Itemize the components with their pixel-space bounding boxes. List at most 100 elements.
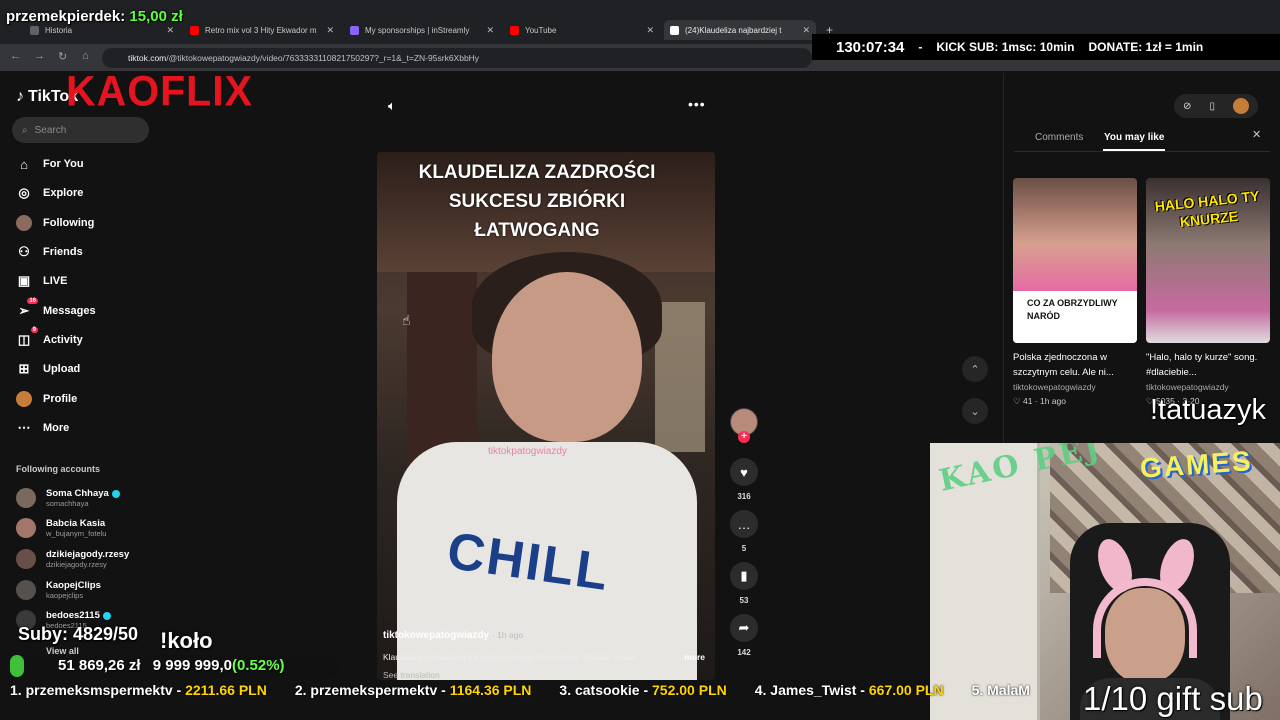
- kick-sub-rate: KICK SUB: 1msc: 10min: [936, 40, 1075, 54]
- sidebar-item-for-you[interactable]: ⌂ For You: [16, 154, 83, 174]
- scroll-down-button[interactable]: ⌄: [962, 398, 988, 424]
- tiktok-icon: ♪: [16, 88, 24, 105]
- compass-icon[interactable]: ⊘: [1183, 101, 1191, 112]
- youtube-icon: [190, 25, 199, 35]
- see-translation-link[interactable]: See translation: [383, 670, 440, 680]
- leaderboard-entry: 2. przemekspermektv - 1164.36 PLN: [295, 682, 532, 704]
- sidebar-item-more[interactable]: ⋯ More: [16, 418, 70, 438]
- comment-action[interactable]: … 5: [728, 510, 760, 553]
- sidebar-item-profile[interactable]: Profile: [16, 389, 77, 409]
- verified-icon: [111, 489, 120, 498]
- close-icon[interactable]: ✕: [1252, 128, 1261, 141]
- following-account[interactable]: dzikiejagody.rzesy dzikiejagody.rzesy: [16, 548, 129, 570]
- hand-cursor-icon: ☝︎: [402, 312, 411, 328]
- close-icon[interactable]: ✕: [326, 25, 334, 36]
- tab-you-may-like[interactable]: You may like: [1104, 132, 1164, 143]
- heart-icon[interactable]: ♥: [730, 458, 758, 486]
- recommended-title[interactable]: "Halo, halo ty kurze" song. #dlaciebie..…: [1146, 350, 1270, 380]
- avatar: [16, 518, 36, 538]
- leaderboard-amount: 667.00 PLN: [868, 682, 944, 698]
- more-link[interactable]: more: [684, 652, 705, 662]
- tab-youtube[interactable]: YouTube ✕: [504, 20, 660, 40]
- webcam-feed: KAO PEJ GAMES: [930, 443, 1280, 720]
- donation-goal-text: 51 869,26 zł 9 999 999,0(0.52%): [58, 657, 285, 674]
- sidebar-item-upload[interactable]: ⊞ Upload: [16, 359, 81, 379]
- leaderboard-entry: 4. James_Twist - 667.00 PLN: [755, 682, 944, 704]
- recommended-user[interactable]: tiktokowepatogwiazdy: [1146, 382, 1229, 392]
- sidebar-item-explore[interactable]: ◎ Explore: [16, 183, 83, 203]
- active-tab-indicator: [1103, 149, 1165, 151]
- leaderboard-amount: 2211.66 PLN: [185, 682, 267, 698]
- history-icon: [30, 25, 39, 35]
- leaderboard-entry: 1. przemeksmspermektv - 2211.66 PLN: [10, 682, 267, 704]
- live-icon: ▣: [17, 273, 31, 288]
- tab-comments[interactable]: Comments: [1035, 132, 1083, 143]
- tab-instreamly[interactable]: My sponsorships | inStreamly ✕: [344, 20, 500, 40]
- verified-icon: [102, 611, 111, 620]
- youtube-icon: [510, 25, 519, 35]
- avatar: [16, 549, 36, 569]
- video-author[interactable]: tiktokowepatogwiazdy · 1h ago: [383, 630, 523, 641]
- sidebar-item-friends[interactable]: ⚇ Friends: [16, 242, 83, 262]
- following-account[interactable]: Soma Chhaya somachhaya: [16, 487, 120, 509]
- close-icon[interactable]: ✕: [166, 25, 174, 36]
- sidebar-item-following[interactable]: Following: [16, 213, 94, 233]
- following-account[interactable]: Babcia Kasia w_bujanym_fotelu: [16, 517, 106, 539]
- recommended-meta: ♡ 41 · 1h ago: [1013, 396, 1066, 406]
- back-icon[interactable]: ←: [10, 50, 21, 62]
- messages-icon: ➢ 16: [18, 298, 38, 318]
- like-action[interactable]: ♥ 316: [728, 458, 760, 501]
- panel-top-icons: ⊘ ▯: [1174, 94, 1258, 118]
- share-icon[interactable]: ➦: [730, 614, 758, 642]
- forward-icon[interactable]: →: [34, 50, 45, 62]
- recommended-user[interactable]: tiktokowepatogwiazdy: [1013, 382, 1096, 392]
- close-icon[interactable]: ✕: [646, 25, 654, 36]
- more-options-icon[interactable]: •••: [688, 96, 706, 112]
- kaoflix-logo: KAOFLIX: [66, 66, 253, 116]
- leaderboard-name: 4. James_Twist -: [754, 682, 869, 698]
- kolo-command: !koło: [160, 628, 213, 653]
- avatar[interactable]: [1232, 98, 1249, 114]
- sidebar-item-messages[interactable]: ➢ 16 Messages: [16, 298, 96, 321]
- leaderboard-entry: 3. catsookie - 752.00 PLN: [559, 682, 726, 704]
- comment-icon[interactable]: …: [730, 510, 758, 538]
- phone-icon[interactable]: ▯: [1209, 101, 1215, 112]
- avatar: [16, 580, 36, 600]
- recommended-title[interactable]: Polska zjednoczona w szczytnym celu. Ale…: [1013, 350, 1137, 380]
- leaderboard-amount: 1164.36 PLN: [449, 682, 532, 698]
- leaderboard-name: 2. przemekspermektv -: [294, 682, 450, 698]
- leaderboard-amount: 752.00 PLN: [652, 682, 727, 698]
- subathon-timer: 130:07:34: [836, 38, 905, 56]
- share-action[interactable]: ➦ 142: [728, 614, 760, 657]
- close-icon[interactable]: ✕: [486, 25, 494, 36]
- following-accounts-title: Following accounts: [16, 464, 101, 474]
- upload-icon: ⊞: [18, 361, 30, 376]
- recommended-thumbnail[interactable]: CO ZA OBRZYDLIWY NARÓD: [1013, 178, 1137, 343]
- save-action[interactable]: ▮ 53: [728, 562, 760, 605]
- url-field[interactable]: tiktok.com/@tiktokowepatogwiazdy/video/7…: [102, 48, 812, 68]
- tab-retro-mix[interactable]: Retro mix vol 3 Hity Ekwador m ✕: [184, 20, 340, 40]
- follow-plus-icon[interactable]: +: [738, 431, 750, 443]
- activity-badge: 9: [30, 327, 38, 333]
- sidebar-item-activity[interactable]: ◫ 9 Activity: [16, 327, 83, 350]
- donor-leaderboard-ticker: 1. przemeksmspermektv - 2211.66 PLN 2. pr…: [0, 682, 1090, 704]
- volume-icon[interactable]: 🔈︎: [388, 98, 396, 114]
- video-overlay-text: KLAUDELIZA ZAZDROŚCI SUKCESU ZBIÓRKI ŁAT…: [418, 162, 656, 241]
- reload-icon[interactable]: ↻: [58, 50, 67, 63]
- screen: Historia ✕ Retro mix vol 3 Hity Ekwador …: [0, 0, 1280, 720]
- scroll-up-button[interactable]: ⌃: [962, 356, 988, 382]
- sidebar-item-live[interactable]: ▣ LIVE: [16, 271, 68, 291]
- close-icon[interactable]: ✕: [802, 25, 810, 36]
- following-account[interactable]: KaopejClips kaopejclips: [16, 579, 101, 601]
- bookmark-icon[interactable]: ▮: [730, 562, 758, 590]
- messages-badge: 16: [27, 298, 38, 304]
- profile-avatar-icon: [16, 391, 32, 407]
- more-icon: ⋯: [17, 420, 31, 435]
- donation-goal-fill: [10, 655, 24, 677]
- recommended-thumbnail[interactable]: HALO HALO TY KNURZE: [1146, 178, 1270, 343]
- donor-alert: przemekpierdek: 15,00 zł: [6, 8, 183, 25]
- subs-counter: Suby: 4829/50: [18, 624, 139, 644]
- search-input[interactable]: ⌕ Search: [12, 117, 149, 143]
- tab-tiktok[interactable]: (24)Klaudeliza najbardziej t ✕: [664, 20, 816, 40]
- home-icon[interactable]: ⌂: [82, 50, 89, 62]
